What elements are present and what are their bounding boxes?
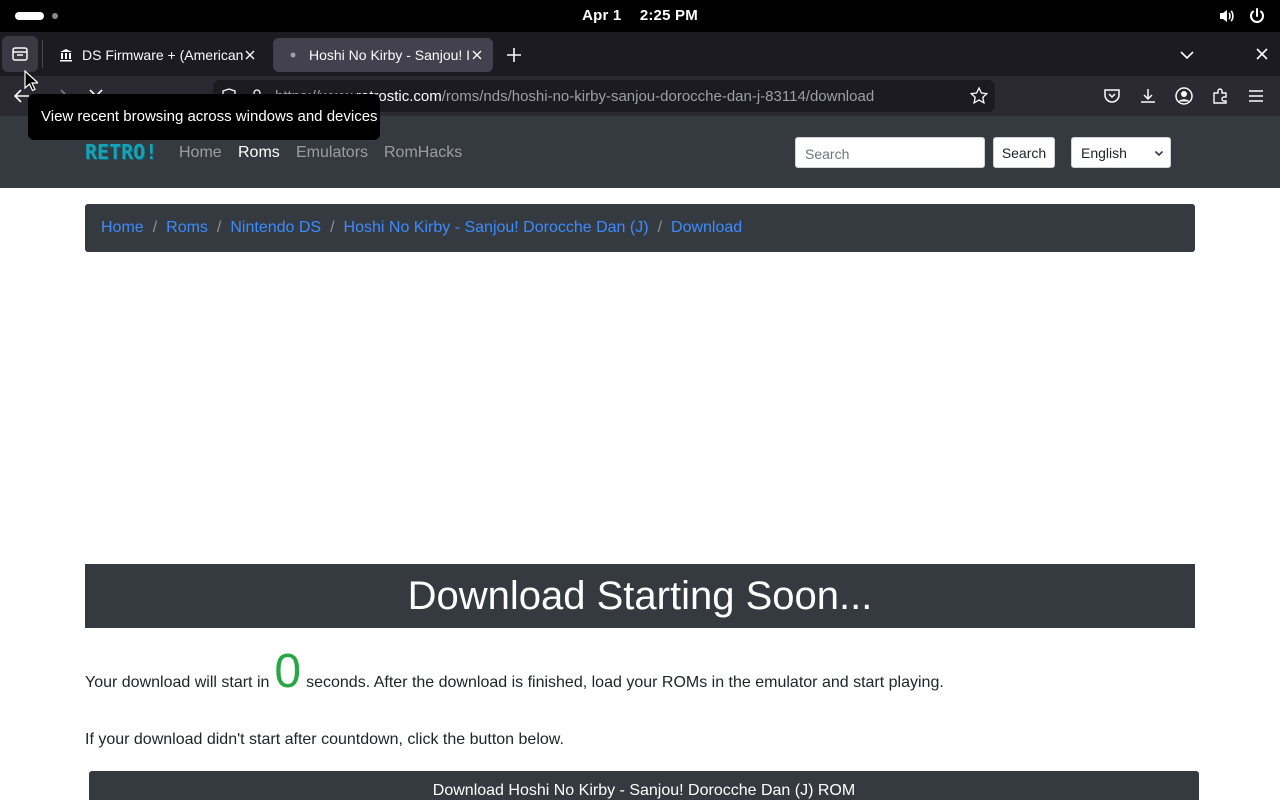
nav-link-romhacks[interactable]: RomHacks (384, 144, 462, 162)
loading-dot-icon (285, 47, 301, 63)
countdown-text: Your download will start in 0 seconds. A… (85, 648, 944, 696)
breadcrumb-separator: / (152, 219, 158, 236)
tab-separator (42, 40, 43, 68)
chevron-down-icon (1154, 150, 1164, 157)
countdown-suffix: seconds. After the download is finished,… (306, 674, 944, 691)
search-button[interactable]: Search (993, 137, 1055, 168)
breadcrumb-separator: / (216, 219, 222, 236)
close-tab-icon[interactable] (469, 47, 485, 63)
firefox-view-icon (12, 47, 28, 61)
search-input[interactable]: Search (795, 137, 985, 168)
power-icon[interactable] (1248, 7, 1266, 25)
download-icon[interactable] (1138, 86, 1158, 106)
nav-link-emulators[interactable]: Emulators (296, 144, 368, 162)
tab-ds-firmware[interactable]: DS Firmware + (American (46, 38, 266, 72)
tab-strip: DS Firmware + (American Hoshi No Kirby -… (0, 32, 1280, 76)
breadcrumb-separator: / (330, 219, 335, 236)
url-path: /roms/nds/hoshi-no-kirby-sanjou-dorocche… (441, 88, 875, 105)
breadcrumb-roms[interactable]: Roms (166, 219, 208, 237)
tab-title: Hoshi No Kirby - Sanjou! I (309, 47, 471, 63)
download-rom-button[interactable]: Download Hoshi No Kirby - Sanjou! Dorocc… (89, 771, 1199, 800)
close-window-icon[interactable] (1252, 44, 1272, 64)
nav-link-roms[interactable]: Roms (238, 144, 280, 162)
tab-title: DS Firmware + (American (82, 47, 244, 63)
breadcrumb-nintendo-ds[interactable]: Nintendo DS (230, 219, 321, 237)
account-icon[interactable] (1174, 86, 1194, 106)
countdown-prefix: Your download will start in (85, 674, 270, 691)
breadcrumb-download[interactable]: Download (671, 219, 742, 237)
new-tab-icon[interactable] (503, 44, 525, 66)
museum-icon (58, 47, 74, 63)
breadcrumb: Home / Roms / Nintendo DS / Hoshi No Kir… (85, 204, 1195, 252)
breadcrumb-home[interactable]: Home (101, 219, 144, 237)
extensions-icon[interactable] (1210, 86, 1230, 106)
retry-instructions: If your download didn't start after coun… (85, 731, 564, 748)
hamburger-menu-icon[interactable] (1246, 86, 1266, 106)
breadcrumb-game[interactable]: Hoshi No Kirby - Sanjou! Dorocche Dan (J… (344, 219, 649, 237)
countdown-value: 0 (274, 645, 302, 698)
volume-icon[interactable] (1218, 7, 1236, 25)
tooltip: View recent browsing across windows and … (28, 94, 380, 140)
pocket-icon[interactable] (1102, 86, 1122, 106)
clock-time: 2:25 PM (639, 7, 698, 24)
site-logo[interactable]: RETRO! (85, 140, 157, 164)
mouse-cursor-icon (24, 70, 38, 92)
nav-link-home[interactable]: Home (179, 144, 222, 162)
language-value: English (1081, 145, 1127, 161)
breadcrumb-separator: / (657, 219, 663, 236)
close-tab-icon[interactable] (242, 47, 258, 63)
firefox-view-button[interactable] (2, 36, 38, 72)
system-top-bar: Apr 1 2:25 PM (0, 0, 1280, 32)
bookmark-star-icon[interactable] (969, 86, 989, 106)
language-select[interactable]: English (1071, 137, 1171, 168)
chevron-down-icon[interactable] (1176, 44, 1198, 66)
tab-hoshi-no-kirby[interactable]: Hoshi No Kirby - Sanjou! I (273, 38, 493, 72)
clock[interactable]: Apr 1 2:25 PM (0, 7, 1280, 24)
clock-date: Apr 1 (582, 7, 622, 24)
download-heading: Download Starting Soon... (85, 564, 1195, 628)
